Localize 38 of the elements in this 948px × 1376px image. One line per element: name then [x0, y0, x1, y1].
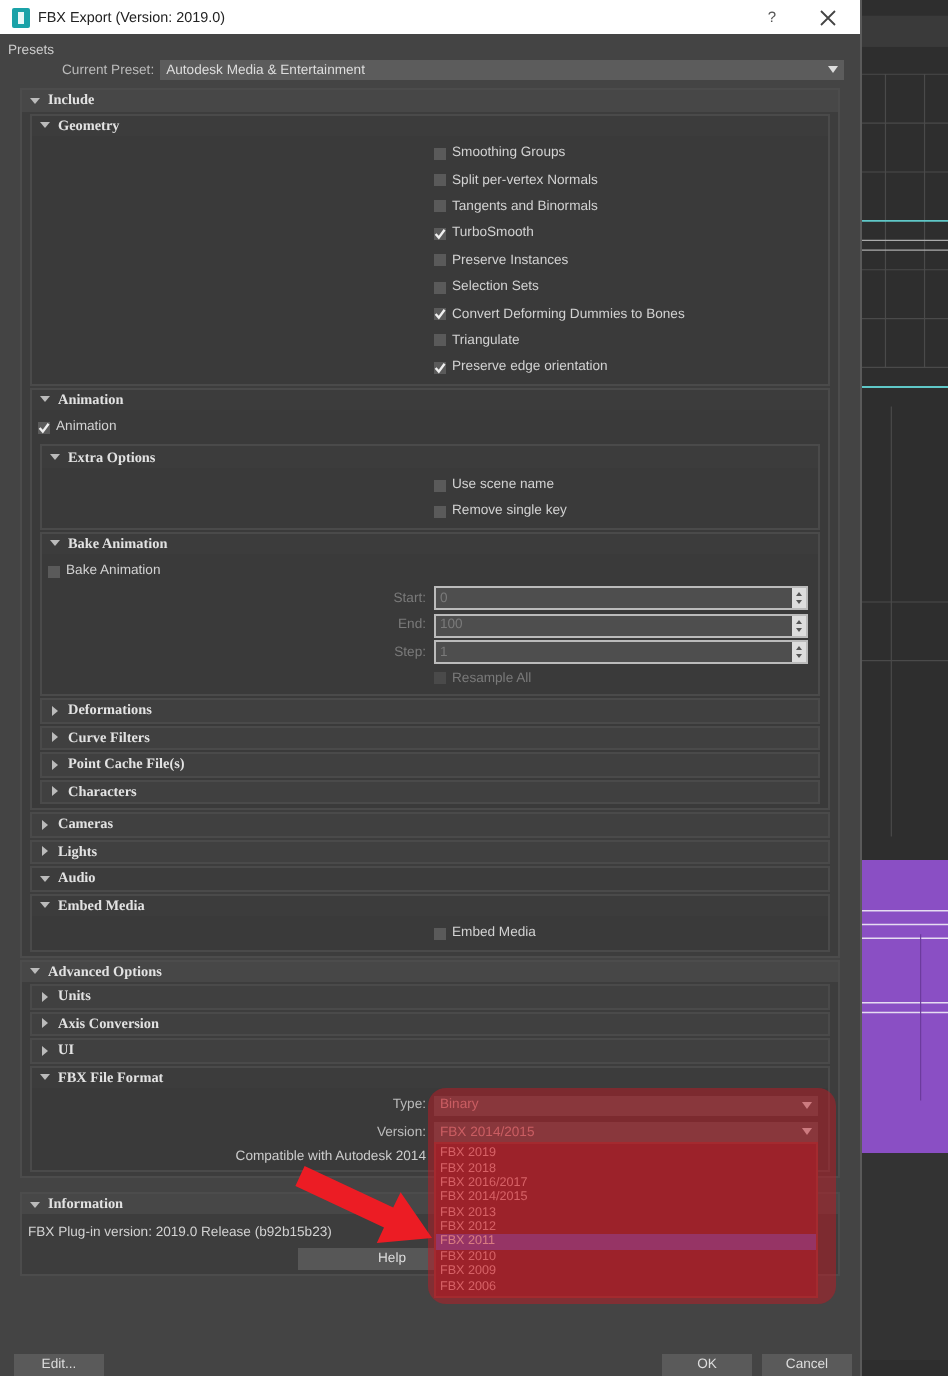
checkbox[interactable] — [434, 361, 446, 374]
expanded-triangle-icon — [40, 120, 50, 131]
checkbox[interactable] — [434, 200, 446, 213]
expanded-triangle-icon — [50, 452, 60, 463]
checkbox[interactable] — [434, 479, 446, 492]
checkbox[interactable] — [434, 281, 446, 294]
collapsed-triangle-icon — [50, 759, 60, 770]
expanded-triangle-icon — [30, 1199, 40, 1210]
collapsed-triangle-icon — [50, 786, 60, 797]
checkbox[interactable] — [434, 174, 446, 187]
checkbox[interactable] — [48, 565, 60, 578]
checkbox[interactable] — [434, 308, 446, 321]
close-icon[interactable] — [820, 9, 836, 25]
checkbox[interactable] — [434, 227, 446, 240]
caret-icon — [802, 1128, 812, 1137]
collapsed-triangle-icon — [50, 732, 60, 743]
caret-icon — [828, 66, 838, 74]
collapsed-triangle-icon — [40, 1018, 50, 1029]
expanded-triangle-icon — [40, 1072, 50, 1083]
checkbox[interactable] — [434, 927, 446, 940]
expanded-triangle-icon — [40, 900, 50, 911]
collapsed-triangle-icon — [40, 991, 50, 1002]
expanded-triangle-icon — [30, 966, 40, 977]
checkbox[interactable] — [38, 421, 50, 434]
collapsed-triangle-icon — [40, 846, 50, 857]
checkbox[interactable] — [434, 505, 446, 518]
checkbox[interactable] — [434, 254, 446, 267]
expanded-triangle-icon — [40, 873, 50, 884]
collapsed-triangle-icon — [40, 819, 50, 830]
app-icon — [12, 7, 30, 27]
collapsed-triangle-icon — [40, 1045, 50, 1056]
checkbox[interactable] — [434, 147, 446, 160]
collapsed-triangle-icon — [50, 705, 60, 716]
expanded-triangle-icon — [50, 538, 60, 549]
expanded-triangle-icon — [30, 95, 40, 106]
checkbox[interactable] — [434, 334, 446, 347]
caret-icon — [802, 1101, 812, 1110]
expanded-triangle-icon — [40, 394, 50, 405]
